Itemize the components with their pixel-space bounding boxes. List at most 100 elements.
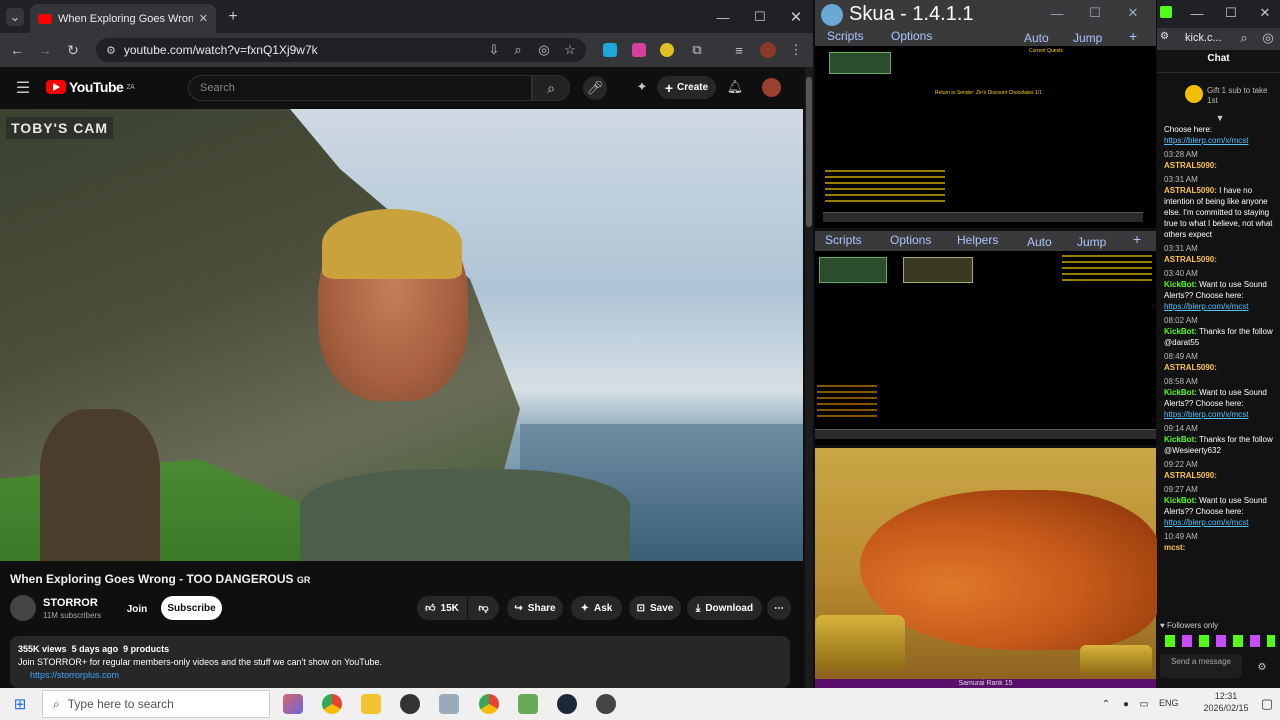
site-info-icon[interactable]: ⚙: [106, 44, 116, 57]
search-button[interactable]: ⌕: [532, 75, 570, 101]
zoom-icon[interactable]: ⌕: [510, 42, 526, 58]
menu-scripts[interactable]: Scripts: [825, 233, 862, 247]
chrome-taskbar-icon[interactable]: [479, 694, 499, 714]
message-username[interactable]: ASTRAL5090:: [1164, 255, 1217, 264]
dislike-button[interactable]: 👎︎: [468, 596, 499, 620]
profile-avatar[interactable]: [760, 42, 776, 58]
menu-auto[interactable]: Auto: [1024, 31, 1049, 45]
menu-add-icon[interactable]: +: [1133, 231, 1141, 247]
message-username[interactable]: ASTRAL5090:: [1164, 363, 1217, 372]
forward-icon[interactable]: →: [36, 41, 54, 59]
taskbar-search[interactable]: ⌕ Type here to search: [42, 690, 270, 718]
maximize-icon[interactable]: ☐: [751, 8, 769, 26]
menu-jump[interactable]: Jump: [1077, 235, 1106, 249]
action-bar[interactable]: [823, 212, 1143, 222]
close-window-icon[interactable]: ✕: [787, 8, 805, 26]
message-username[interactable]: mcst:: [1164, 543, 1185, 552]
app-icon[interactable]: [518, 694, 538, 714]
scrollbar-thumb[interactable]: [806, 77, 812, 227]
kick-minimize-icon[interactable]: —: [1190, 6, 1204, 21]
skill-bar-right[interactable]: [1080, 645, 1152, 675]
copilot-icon[interactable]: [283, 694, 303, 714]
youtube-logo[interactable]: YouTube ZA: [46, 79, 135, 95]
eye-off-icon[interactable]: ◎: [536, 42, 552, 58]
message-username[interactable]: ASTRAL5090:: [1164, 471, 1217, 480]
like-button[interactable]: 👍︎ 15K: [417, 596, 467, 620]
account-avatar[interactable]: [762, 78, 781, 97]
microphone-icon[interactable]: ●: [1120, 697, 1132, 711]
message-link[interactable]: https://blerp.com/x/mcst: [1164, 135, 1274, 146]
kick-zoom-icon[interactable]: ⌕: [1237, 30, 1251, 45]
skua-maximize-icon[interactable]: ☐: [1088, 5, 1102, 20]
kick-close-icon[interactable]: ✕: [1258, 5, 1272, 20]
description-box[interactable]: 355K views 5 days ago 9 products Join ST…: [10, 636, 790, 688]
file-explorer-icon[interactable]: [361, 694, 381, 714]
share-button[interactable]: ↪ Share: [507, 596, 563, 620]
message-username[interactable]: ASTRAL5090:: [1164, 186, 1217, 195]
menu-auto[interactable]: Auto: [1027, 235, 1052, 249]
extension-icon[interactable]: [660, 43, 674, 57]
bookmark-star-icon[interactable]: ☆: [562, 42, 578, 58]
message-username[interactable]: ASTRAL5090:: [1164, 161, 1217, 170]
tab-search-icon[interactable]: ⌄: [6, 8, 24, 26]
steam-icon[interactable]: [557, 694, 577, 714]
app-icon[interactable]: [596, 694, 616, 714]
kick-maximize-icon[interactable]: ☐: [1224, 5, 1238, 20]
media-control-icon[interactable]: ≡: [731, 42, 747, 58]
install-icon[interactable]: ⇩: [486, 42, 502, 58]
extension-icon[interactable]: [632, 43, 646, 57]
message-link[interactable]: https://blerp.com/x/mcst: [1164, 301, 1274, 312]
taskbar-clock[interactable]: 12:31 2026/02/15: [1196, 690, 1256, 714]
menu-add-icon[interactable]: +: [1129, 28, 1137, 44]
pin-icon[interactable]: ▼: [1214, 113, 1226, 123]
kick-address-bar[interactable]: ⚙ kick.c... ⌕ ◎: [1157, 28, 1280, 50]
video-player[interactable]: [0, 109, 803, 561]
search-input[interactable]: Search: [188, 75, 532, 101]
channel-avatar[interactable]: [10, 595, 36, 621]
skua-minimize-icon[interactable]: —: [1050, 6, 1064, 21]
chat-settings-icon[interactable]: ⚙: [1250, 660, 1274, 674]
message-username[interactable]: KickBot:: [1164, 388, 1197, 397]
send-message-input[interactable]: Send a message: [1160, 654, 1242, 678]
game-view-1[interactable]: Current Quests Return to Sender: Zin's D…: [815, 46, 1156, 228]
minimize-icon[interactable]: —: [714, 8, 732, 26]
message-username[interactable]: KickBot:: [1164, 280, 1197, 289]
extension-icon[interactable]: [603, 43, 617, 57]
kick-menu-icon[interactable]: ⚙: [1160, 31, 1169, 42]
new-tab-icon[interactable]: +: [224, 8, 242, 26]
save-button[interactable]: ⊡ Save: [629, 596, 681, 620]
app-icon[interactable]: [439, 694, 459, 714]
menu-options[interactable]: Options: [891, 29, 932, 43]
kick-eye-off-icon[interactable]: ◎: [1261, 30, 1275, 45]
network-icon[interactable]: ▭: [1138, 697, 1150, 711]
skua-close-icon[interactable]: ✕: [1126, 5, 1140, 20]
menu-jump[interactable]: Jump: [1073, 31, 1102, 45]
menu-options[interactable]: Options: [890, 233, 931, 247]
action-bar[interactable]: [815, 429, 1156, 439]
hamburger-menu-icon[interactable]: ☰: [13, 78, 33, 98]
more-actions-icon[interactable]: ⋯: [767, 596, 791, 620]
message-username[interactable]: KickBot:: [1164, 435, 1197, 444]
tray-chevron-icon[interactable]: ⌃: [1100, 697, 1112, 711]
skill-bar-left[interactable]: [815, 615, 905, 671]
message-username[interactable]: KickBot:: [1164, 327, 1197, 336]
channel-name[interactable]: STORROR: [43, 597, 98, 609]
extensions-puzzle-icon[interactable]: ⧉: [689, 42, 705, 58]
message-username[interactable]: KickBot:: [1164, 496, 1197, 505]
download-button[interactable]: ⤓ Download: [687, 596, 762, 620]
back-icon[interactable]: ←: [8, 41, 26, 59]
message-link[interactable]: https://blerp.com/x/mcst: [1164, 517, 1274, 528]
game-view-2[interactable]: [815, 251, 1156, 445]
active-tab[interactable]: When Exploring Goes Wrong - TOO DANGEROU…: [30, 4, 216, 33]
description-link[interactable]: https://storrorplus.com: [18, 669, 782, 682]
ask-button[interactable]: ✦ Ask: [571, 596, 622, 620]
notifications-bell-icon[interactable]: 🔔︎: [726, 78, 744, 96]
gift-sub-banner[interactable]: Gift 1 sub to take 1st: [1160, 80, 1275, 110]
join-button[interactable]: Join: [120, 597, 154, 621]
windows-start-icon[interactable]: ⊞: [12, 696, 28, 713]
app-icon[interactable]: [400, 694, 420, 714]
chrome-taskbar-icon[interactable]: [322, 694, 342, 714]
message-link[interactable]: https://blerp.com/x/mcst: [1164, 409, 1274, 420]
emote-row[interactable]: [1165, 635, 1275, 647]
menu-helpers[interactable]: Helpers: [957, 233, 998, 247]
